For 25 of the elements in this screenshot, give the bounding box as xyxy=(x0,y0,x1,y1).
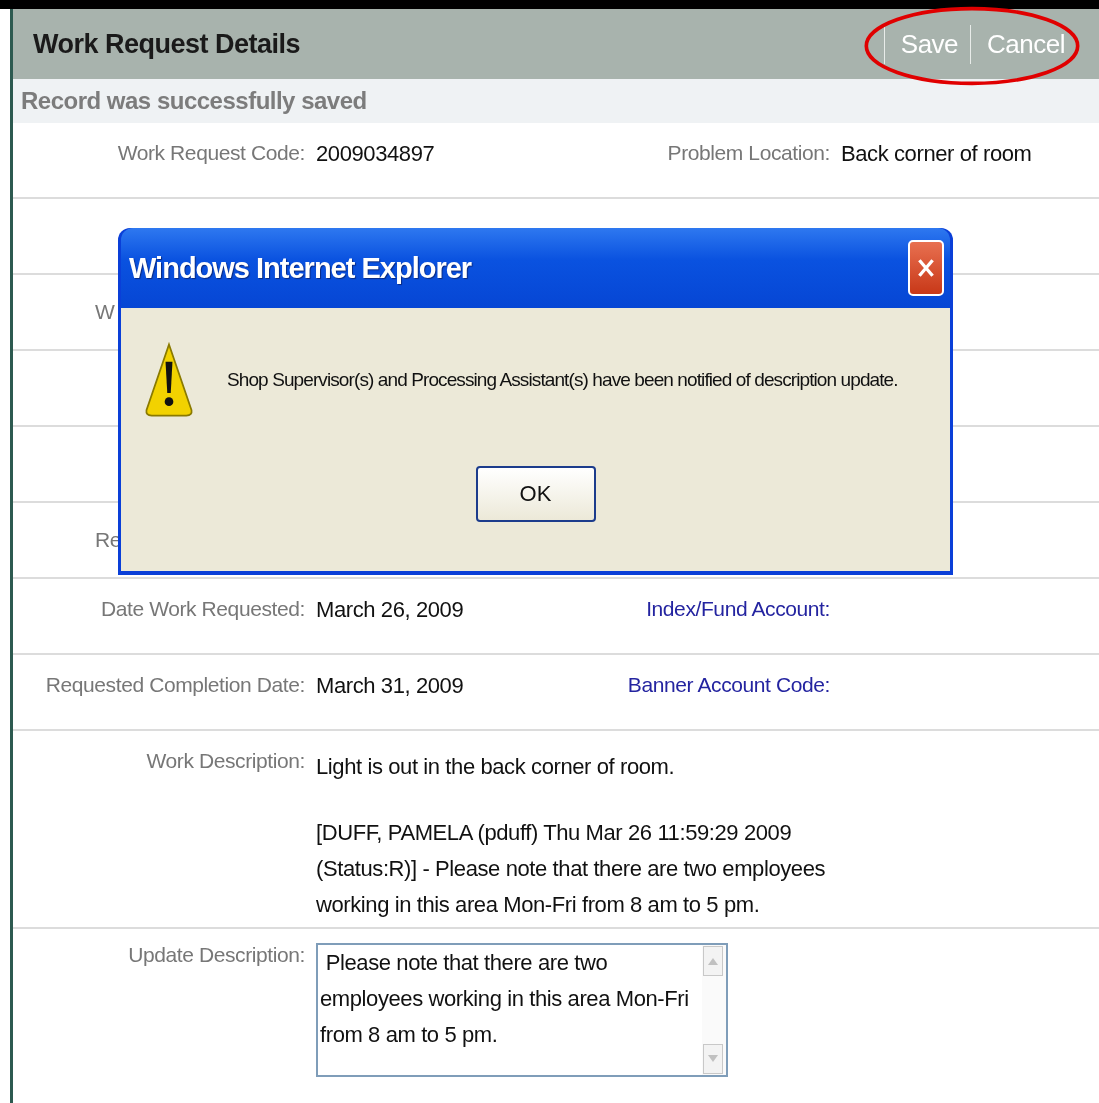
field-label: Update Description: xyxy=(127,943,305,967)
field-label: Work Request Code: xyxy=(116,141,305,165)
description-text: [DUFF, PAMELA (pduff) Thu Mar 26 11:59:29 2009 (Status:R)] - Please note that there are two employees working in this area Mon-Fri from 8 am to 5 pm. xyxy=(316,819,827,919)
field-label: Work Description: xyxy=(145,749,305,773)
field-label[interactable]: Index/Fund Account: xyxy=(617,597,830,621)
scroll-down-icon[interactable] xyxy=(703,1044,723,1074)
scrollbar[interactable] xyxy=(702,945,726,1075)
field-label: Requested Completion Date: xyxy=(44,673,305,697)
field-label: Date Work Requested: xyxy=(99,597,305,621)
field-label: W xyxy=(95,300,115,324)
dialog-title: Windows Internet Explorer xyxy=(129,251,472,285)
scroll-up-icon[interactable] xyxy=(703,946,723,976)
description-text: Light is out in the back corner of room. xyxy=(316,753,676,781)
page-title: Work Request Details xyxy=(33,28,301,60)
status-message: Record was successfully saved xyxy=(21,87,367,115)
dialog-message: Shop Supervisor(s) and Processing Assistant(s) have been notified of description update. xyxy=(227,369,898,391)
field-label[interactable]: Banner Account Code: xyxy=(617,673,830,697)
field-value: March 26, 2009 xyxy=(316,597,465,623)
field-value: 2009034897 xyxy=(316,141,436,167)
update-description-field[interactable]: Please note that there are two employees working in this area Mon-Fri from 8 am to 5 pm. xyxy=(316,943,728,1077)
ok-button[interactable]: OK xyxy=(475,466,596,522)
field-label: Problem Location: xyxy=(666,141,830,165)
field-value: March 31, 2009 xyxy=(316,673,465,699)
field-value: Back corner of room xyxy=(841,141,1033,167)
close-button[interactable] xyxy=(908,240,944,296)
